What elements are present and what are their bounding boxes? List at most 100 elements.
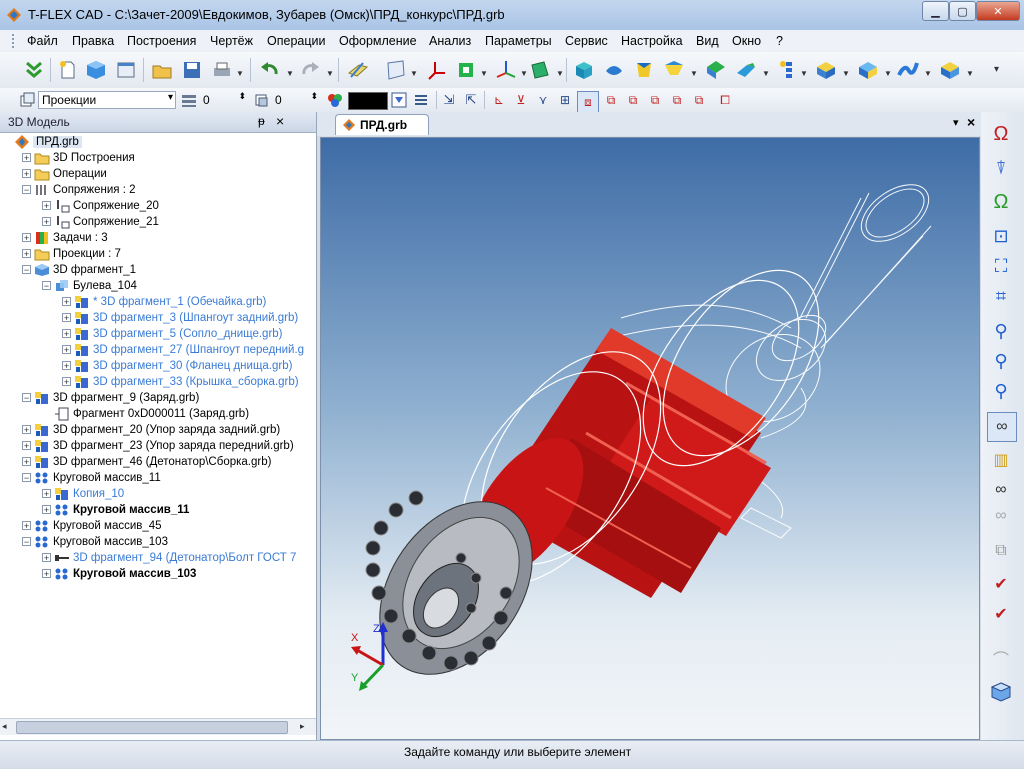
tree-row[interactable]: +3D фрагмент_3 (Шпангоут задний.grb)	[62, 310, 298, 326]
expand-icon[interactable]: +	[42, 553, 51, 563]
solid-dropdown-icon[interactable]: ▼	[966, 69, 974, 78]
filter-frag-button[interactable]: ⧉	[624, 91, 642, 109]
tree-row[interactable]: + Сопряжение_21	[42, 214, 159, 230]
expand-icon[interactable]: +	[22, 457, 31, 467]
expand-icon[interactable]: +	[22, 521, 31, 531]
surface-button[interactable]	[896, 58, 920, 82]
tree-row[interactable]: − 3D фрагмент_9 (Заряд.grb)	[22, 390, 199, 406]
sketch-dropdown-icon[interactable]: ▼	[556, 69, 564, 78]
array-button[interactable]	[774, 58, 798, 82]
tree-row[interactable]: − Круговой массив_11	[22, 470, 161, 486]
tree-row[interactable]: − Круговой массив_103	[22, 534, 168, 550]
tree-row[interactable]: Фрагмент 0xD000011 (Заряд.grb)	[54, 406, 249, 422]
profile-button[interactable]	[454, 58, 478, 82]
tree-row[interactable]: +3D фрагмент_5 (Сопло_днище.grb)	[62, 326, 283, 342]
filter-list-button[interactable]	[412, 91, 430, 109]
array-dropdown-icon[interactable]: ▼	[800, 69, 808, 78]
snap-on-button[interactable]: Ω	[987, 188, 1015, 216]
menu-parameters[interactable]: Параметры	[485, 34, 552, 48]
plane-button[interactable]	[384, 58, 408, 82]
filter-axes-button[interactable]: ⋎	[534, 91, 552, 109]
sweep-button[interactable]	[662, 58, 686, 82]
profile-dropdown-icon[interactable]: ▼	[480, 69, 488, 78]
menu-drawing[interactable]: Чертёж	[210, 34, 253, 48]
collapse-icon[interactable]: −	[22, 537, 31, 547]
rotate-view-button[interactable]: ∞	[987, 412, 1017, 442]
expand-icon[interactable]: +	[62, 297, 71, 307]
tree-horizontal-scrollbar[interactable]: ◂ ▸	[0, 718, 316, 735]
menu-settings[interactable]: Настройка	[621, 34, 683, 48]
filter-faces-button[interactable]: ⊞	[556, 91, 574, 109]
solid-button[interactable]	[938, 58, 962, 82]
minimize-button[interactable]: ▁	[922, 1, 949, 21]
zoom-window-button[interactable]: ⊡	[987, 222, 1015, 250]
tree-row[interactable]: + Сопряжение_20	[42, 198, 159, 214]
close-window-button[interactable]: ✕	[976, 1, 1020, 21]
expand-icon[interactable]: +	[22, 169, 31, 179]
collapse-icon[interactable]: −	[22, 393, 31, 403]
redo-dropdown-icon[interactable]: ▼	[326, 69, 334, 78]
zoom-out-button[interactable]: ⚲	[987, 347, 1015, 375]
expand-icon[interactable]: +	[22, 425, 31, 435]
zoom-previous-button[interactable]: ⚲	[987, 377, 1015, 405]
new-assembly-button[interactable]	[114, 58, 138, 82]
color-swatch[interactable]	[348, 92, 388, 110]
expand-icon[interactable]: +	[62, 377, 71, 387]
collapse-icon[interactable]: −	[22, 265, 31, 275]
filter-vertices-button[interactable]: ⊻	[512, 91, 530, 109]
filter-misc-button[interactable]: ⧠	[716, 91, 734, 109]
scroll-right-icon[interactable]: ▸	[300, 721, 312, 733]
panel-close-icon[interactable]: ×	[276, 113, 284, 129]
menu-help[interactable]: ?	[776, 34, 783, 48]
tree-row[interactable]: +3D фрагмент_94 (Детонатор\Болт ГОСТ 7	[42, 550, 296, 566]
print-button[interactable]	[210, 58, 234, 82]
toolbar-overflow-icon[interactable]: ▾	[994, 64, 999, 75]
open-button[interactable]	[150, 58, 174, 82]
tree-row[interactable]: +3D Построения	[22, 150, 135, 166]
layer-button[interactable]	[180, 91, 198, 109]
select-mode-2-button[interactable]: ⇱	[462, 91, 480, 109]
menu-file[interactable]: Файл	[27, 34, 58, 48]
level-field[interactable]: 0 ⬍	[200, 91, 248, 109]
check-bodies-button[interactable]: ✔	[987, 600, 1015, 628]
expand-icon[interactable]: +	[42, 489, 51, 499]
sketch-button[interactable]	[528, 58, 552, 82]
tree-row[interactable]: +3D фрагмент_33 (Крышка_сборка.grb)	[62, 374, 299, 390]
fillet-button[interactable]	[734, 58, 758, 82]
undo-dropdown-icon[interactable]: ▼	[286, 69, 294, 78]
body-dropdown-icon[interactable]: ▼	[884, 69, 892, 78]
tree-row[interactable]: + Круговой массив_45	[22, 518, 162, 534]
section-button[interactable]: ⌒	[987, 644, 1015, 672]
menu-construct[interactable]: Построения	[127, 34, 196, 48]
workplane-button[interactable]	[346, 58, 370, 82]
copy-view-button[interactable]: ⧉	[987, 537, 1015, 565]
pin-icon[interactable]: ᵽ	[258, 114, 265, 128]
tree-row[interactable]: +3D фрагмент_46 (Детонатор\Сборка.grb)	[22, 454, 271, 470]
undo-button[interactable]	[258, 58, 282, 82]
check-body-button[interactable]: ✔	[987, 570, 1015, 598]
tree-row[interactable]: + * 3D фрагмент_1 (Обечайка.grb)	[62, 294, 266, 310]
revolve-button[interactable]	[602, 58, 626, 82]
filter-node-button[interactable]: ⧉	[690, 91, 708, 109]
zoom-all-button[interactable]: ⌗	[987, 282, 1015, 310]
menu-view[interactable]: Вид	[696, 34, 719, 48]
plane-dropdown-icon[interactable]: ▼	[410, 69, 418, 78]
filter-button[interactable]	[390, 91, 408, 109]
filter-ops-button[interactable]: ⧉	[602, 91, 620, 109]
tree-row[interactable]: + Круговой массив_11	[42, 502, 189, 518]
expand-icon[interactable]: +	[22, 249, 31, 259]
collapse-icon[interactable]: −	[42, 281, 51, 291]
menu-design[interactable]: Оформление	[339, 34, 417, 48]
tree-row[interactable]: +3D фрагмент_23 (Упор заряда передний.gr…	[22, 438, 294, 454]
tree-row[interactable]: − 3D фрагмент_1	[22, 262, 136, 278]
menu-window[interactable]: Окно	[732, 34, 761, 48]
tab-menu-icon[interactable]: ▾	[953, 116, 959, 129]
body-button[interactable]	[856, 58, 880, 82]
filter-cs-button[interactable]: ⧉	[668, 91, 686, 109]
commands-button[interactable]	[22, 58, 46, 82]
select-mode-1-button[interactable]: ⇲	[440, 91, 458, 109]
tab-prd-grb[interactable]: ПРД.grb	[335, 114, 429, 135]
fragment-button[interactable]	[814, 58, 838, 82]
color-palette-button[interactable]	[326, 91, 344, 109]
zoom-view-button[interactable]: ∞	[987, 476, 1015, 504]
